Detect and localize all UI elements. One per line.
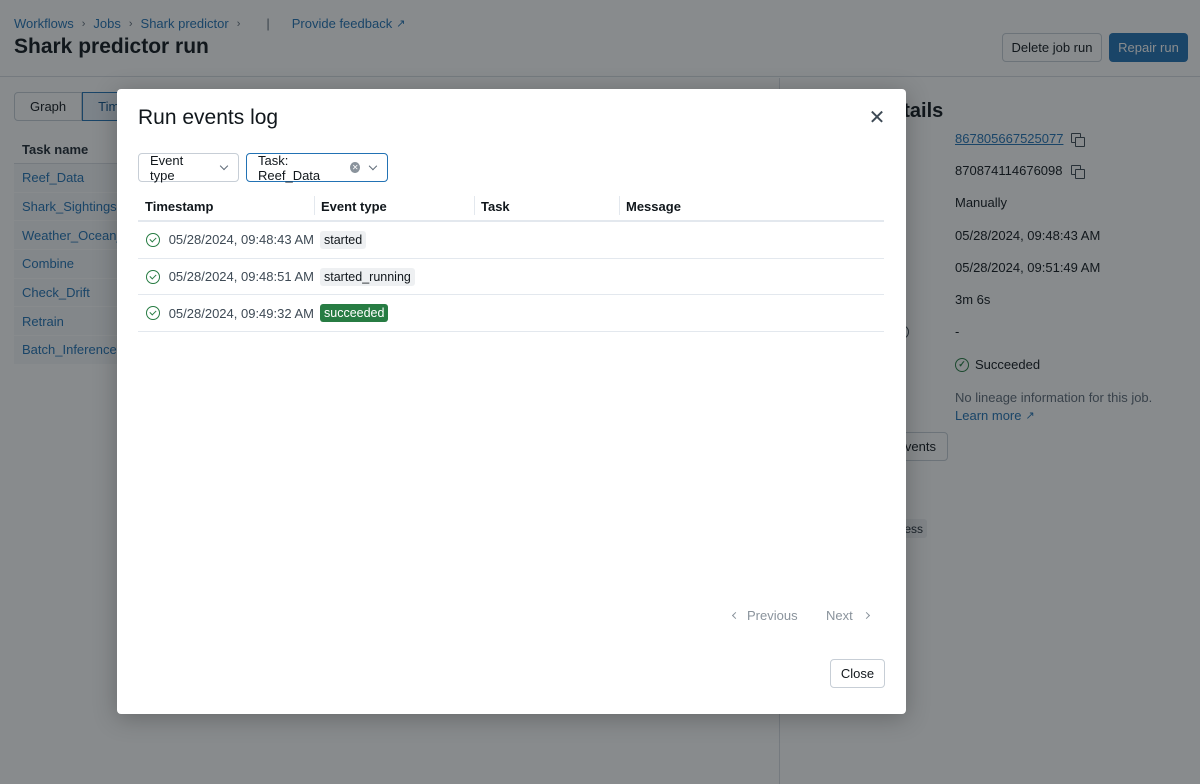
column-header-timestamp[interactable]: Timestamp (138, 192, 314, 220)
chevron-down-icon (219, 161, 229, 171)
column-header-event-type[interactable]: Event type (314, 192, 474, 220)
timestamp-cell: 05/28/2024, 09:49:32 AM (138, 306, 314, 321)
timestamp-text: 05/28/2024, 09:48:43 AM (168, 232, 314, 248)
chevron-down-icon (369, 161, 378, 171)
events-table: Timestamp Event type Task Message 05/28/… (138, 192, 884, 333)
events-table-header: Timestamp Event type Task Message (138, 192, 884, 222)
task-filter-label: Task: Reef_Data (258, 152, 321, 183)
event-type-tag: started_running (320, 267, 415, 286)
event-type-tag-success: succeeded (320, 304, 389, 323)
chevron-left-icon (731, 611, 740, 620)
previous-label: Previous (747, 608, 798, 623)
column-header-message[interactable]: Message (619, 192, 884, 220)
task-filter[interactable]: Task: Reef_Data ✕ (246, 152, 388, 183)
timestamp-text: 05/28/2024, 09:49:32 AM (168, 305, 314, 321)
chevron-right-icon (862, 611, 870, 620)
next-page-button[interactable]: Next (826, 608, 870, 623)
close-button[interactable]: Close (830, 659, 885, 688)
timestamp-cell: 05/28/2024, 09:48:51 AM (138, 269, 314, 284)
event-type-cell: started_running (314, 267, 474, 286)
dialog-title: Run events log (138, 106, 279, 129)
timestamp-text: 05/28/2024, 09:48:51 AM (168, 269, 314, 285)
column-header-task[interactable]: Task (474, 192, 619, 220)
event-type-filter-label: Event type (150, 152, 184, 183)
run-events-log-dialog: Run events log ✕ Event type Task: Reef_D… (117, 89, 906, 714)
check-circle-icon (146, 232, 160, 247)
table-row: 05/28/2024, 09:48:43 AM started (138, 222, 884, 259)
event-type-cell: succeeded (314, 304, 474, 323)
check-circle-icon (146, 306, 160, 321)
table-row: 05/28/2024, 09:49:32 AM succeeded (138, 295, 884, 333)
clear-icon[interactable]: ✕ (350, 162, 361, 173)
close-icon[interactable]: ✕ (867, 108, 887, 128)
table-row: 05/28/2024, 09:48:51 AM started_running (138, 259, 884, 296)
event-type-tag: started (320, 230, 367, 249)
previous-page-button[interactable]: Previous (731, 608, 798, 623)
timestamp-cell: 05/28/2024, 09:48:43 AM (138, 232, 314, 247)
check-circle-icon (146, 269, 160, 284)
event-type-filter[interactable]: Event type (138, 152, 239, 183)
event-type-cell: started (314, 230, 474, 249)
next-label: Next (826, 608, 853, 623)
